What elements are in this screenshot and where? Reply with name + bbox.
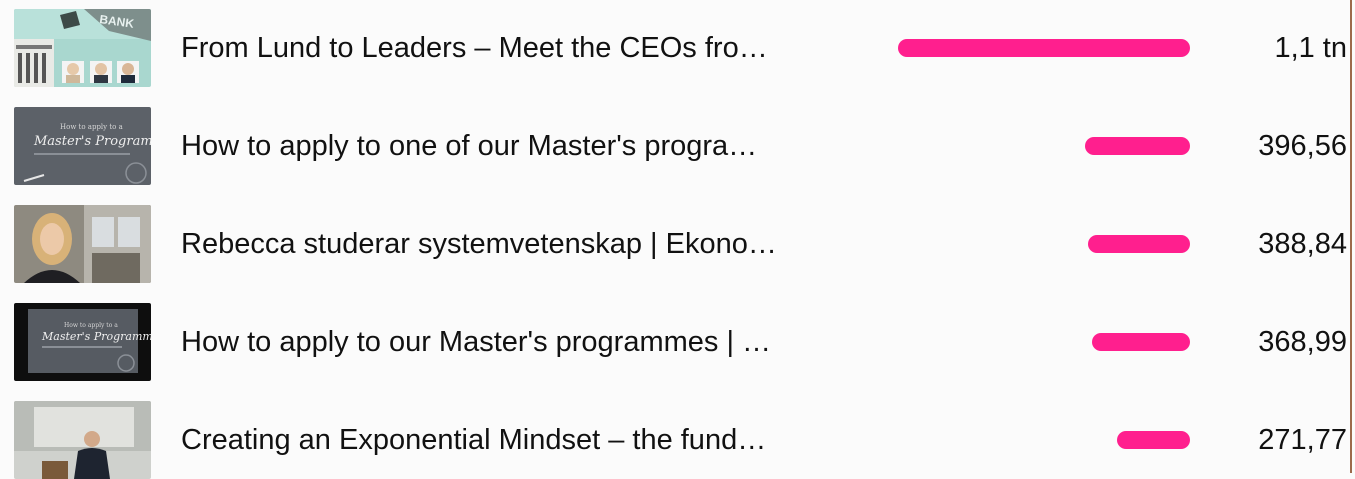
views-value: 1,1 tn xyxy=(1274,32,1347,64)
video-title[interactable]: Rebecca studerar systemvetenskap | Ekono… xyxy=(181,227,777,261)
video-row[interactable]: BANK From Lund to Leaders – Meet the CEO xyxy=(0,9,1350,87)
video-row[interactable]: How to apply to a Master's Programme How… xyxy=(0,107,1350,185)
masters-programme-slide-thumbnail[interactable]: How to apply to a Master's Programme xyxy=(14,107,151,185)
views-bar xyxy=(1085,137,1190,155)
masters-programme-slide-dark-thumbnail[interactable]: How to apply to a Master's Programme xyxy=(14,303,151,381)
views-value: 368,99 xyxy=(1258,326,1347,358)
video-title[interactable]: Creating an Exponential Mindset – the fu… xyxy=(181,423,766,457)
views-bar xyxy=(1092,333,1190,351)
ceos-bank-thumbnail[interactable]: BANK xyxy=(14,9,151,87)
svg-text:Master's Programme: Master's Programme xyxy=(41,330,151,343)
views-bar xyxy=(1117,431,1190,449)
right-edge-divider xyxy=(1350,0,1352,473)
views-bar xyxy=(1088,235,1190,253)
video-row[interactable]: Rebecca studerar systemvetenskap | Ekono… xyxy=(0,205,1350,283)
views-value: 271,77 xyxy=(1258,424,1347,456)
svg-text:Master's Programme: Master's Programme xyxy=(33,134,151,149)
student-portrait-thumbnail[interactable] xyxy=(14,205,151,283)
views-value: 396,56 xyxy=(1258,130,1347,162)
lecture-speaker-thumbnail[interactable] xyxy=(14,401,151,479)
svg-text:How to apply to a: How to apply to a xyxy=(60,123,123,131)
video-row[interactable]: Creating an Exponential Mindset – the fu… xyxy=(0,401,1350,479)
views-value: 388,84 xyxy=(1258,228,1347,260)
svg-text:How to apply to a: How to apply to a xyxy=(64,322,118,329)
video-title[interactable]: How to apply to one of our Master's prog… xyxy=(181,129,757,163)
video-title[interactable]: How to apply to our Master's programmes … xyxy=(181,325,771,359)
video-title[interactable]: From Lund to Leaders – Meet the CEOs fro… xyxy=(181,31,768,65)
video-row[interactable]: How to apply to a Master's Programme How… xyxy=(0,303,1350,381)
views-bar xyxy=(898,39,1190,57)
